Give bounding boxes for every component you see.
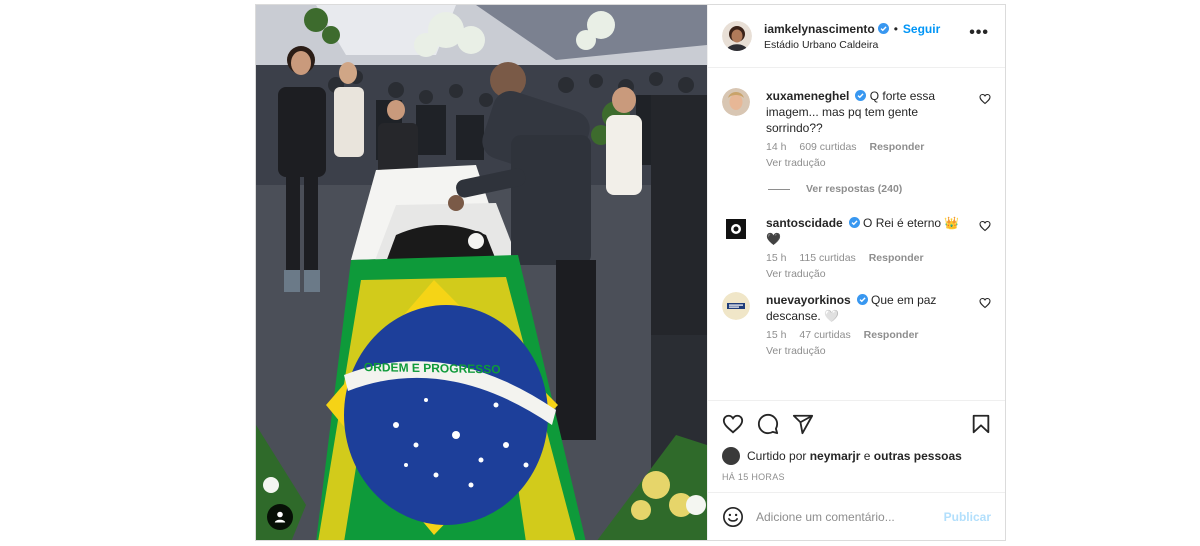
- post-location[interactable]: Estádio Urbano Caldeira: [764, 39, 940, 51]
- comment-likes[interactable]: 47 curtidas: [799, 329, 850, 341]
- comment-avatar-image: [722, 215, 750, 243]
- verified-badge-icon: [877, 23, 889, 34]
- paper-plane-icon: [792, 414, 814, 434]
- view-replies-label: Ver respostas (240): [806, 183, 903, 195]
- reply-button[interactable]: Responder: [869, 252, 924, 264]
- comment-body: santoscidade O Rei é eterno 👑 🖤 15 h 115…: [766, 215, 976, 280]
- publish-button[interactable]: Publicar: [944, 510, 991, 524]
- comments-list: xuxameneghel Q forte essa imagem... mas …: [708, 68, 1005, 400]
- verified-badge-icon: [848, 217, 860, 228]
- comment-meta: 15 h 115 curtidas Responder: [766, 252, 976, 264]
- author-username[interactable]: iamkelynascimento: [764, 22, 875, 36]
- heart-icon[interactable]: [979, 93, 991, 105]
- comment-likes[interactable]: 115 curtidas: [799, 252, 855, 264]
- replies-divider-line: [768, 188, 790, 190]
- comment-avatar[interactable]: [722, 215, 750, 243]
- post-time-ago[interactable]: HÁ 15 HORAS: [708, 466, 1005, 492]
- author-info: iamkelynascimento • Seguir Estádio Urban…: [764, 22, 940, 51]
- comment-icon: [757, 413, 779, 434]
- comment-avatar-image: [722, 88, 750, 116]
- heart-icon[interactable]: [979, 220, 991, 232]
- post-side-panel: iamkelynascimento • Seguir Estádio Urban…: [707, 5, 1005, 540]
- liked-by-others[interactable]: outras pessoas: [874, 449, 962, 463]
- like-button[interactable]: [722, 413, 744, 435]
- more-options-button[interactable]: •••: [969, 25, 989, 41]
- add-comment-bar: Publicar: [708, 492, 1005, 540]
- liked-by-prefix: Curtido por: [747, 449, 807, 463]
- comment-meta: 15 h 47 curtidas Responder: [766, 329, 976, 341]
- comment-avatar[interactable]: [722, 292, 750, 320]
- comment-text-row: santoscidade O Rei é eterno 👑 🖤: [766, 215, 976, 247]
- comment-time: 14 h: [766, 141, 787, 153]
- comment-body: nuevayorkinos Que em paz descanse. 🤍 15 …: [766, 292, 976, 357]
- comment-body: xuxameneghel Q forte essa imagem... mas …: [766, 88, 976, 169]
- user-tag-icon: [274, 511, 286, 523]
- heart-icon[interactable]: [979, 297, 991, 309]
- bookmark-icon: [972, 414, 990, 434]
- comment-item: santoscidade O Rei é eterno 👑 🖤 15 h 115…: [722, 215, 991, 280]
- translate-link[interactable]: Ver tradução: [766, 157, 976, 169]
- reply-button[interactable]: Responder: [869, 141, 924, 153]
- liked-by-user[interactable]: neymarjr: [810, 449, 861, 463]
- heart-icon: [722, 414, 744, 433]
- comment-input[interactable]: [756, 509, 931, 524]
- comment-username[interactable]: nuevayorkinos: [766, 293, 851, 307]
- liked-by-avatar[interactable]: [722, 447, 740, 465]
- comment-button[interactable]: [757, 413, 779, 435]
- verified-badge-icon: [856, 294, 868, 305]
- reply-button[interactable]: Responder: [864, 329, 919, 341]
- verified-badge-icon: [855, 90, 867, 101]
- photo-illustration: ORDEM E PROGRESSO: [256, 5, 707, 540]
- separator-dot: •: [893, 21, 898, 36]
- smiley-icon[interactable]: [722, 506, 744, 528]
- flag-motto: ORDEM E PROGRESSO: [364, 360, 501, 376]
- comment-item: xuxameneghel Q forte essa imagem... mas …: [722, 88, 991, 169]
- comment-text-row: xuxameneghel Q forte essa imagem... mas …: [766, 88, 976, 136]
- comment-username[interactable]: santoscidade: [766, 216, 843, 230]
- author-avatar-image: [722, 21, 752, 51]
- share-button[interactable]: [792, 413, 814, 435]
- comment-likes[interactable]: 609 curtidas: [799, 141, 856, 153]
- follow-button[interactable]: Seguir: [903, 22, 940, 36]
- comment-avatar-image: [722, 292, 750, 320]
- liked-by-connector: e: [863, 449, 871, 463]
- comment-avatar[interactable]: [722, 88, 750, 116]
- post-photo[interactable]: ORDEM E PROGRESSO: [256, 5, 707, 540]
- page: ORDEM E PROGRESSO iamkelynascimento • Se…: [0, 0, 1200, 546]
- author-row: iamkelynascimento • Seguir: [764, 22, 940, 36]
- comment-meta: 14 h 609 curtidas Responder: [766, 141, 976, 153]
- post-header: iamkelynascimento • Seguir Estádio Urban…: [708, 5, 1005, 68]
- view-replies-button[interactable]: Ver respostas (240): [768, 183, 991, 195]
- liked-by-row: Curtido por neymarjr e outras pessoas: [708, 446, 1005, 466]
- comment-time: 15 h: [766, 252, 787, 264]
- user-tag-button[interactable]: [267, 504, 293, 530]
- comment-item: nuevayorkinos Que em paz descanse. 🤍 15 …: [722, 292, 991, 357]
- translate-link[interactable]: Ver tradução: [766, 345, 976, 357]
- comment-text-row: nuevayorkinos Que em paz descanse. 🤍: [766, 292, 976, 324]
- author-avatar[interactable]: [722, 21, 752, 51]
- post-card: ORDEM E PROGRESSO iamkelynascimento • Se…: [255, 4, 1006, 541]
- post-actions-bar: [708, 400, 1005, 446]
- translate-link[interactable]: Ver tradução: [766, 268, 976, 280]
- comment-time: 15 h: [766, 329, 787, 341]
- save-button[interactable]: [970, 413, 992, 435]
- comment-username[interactable]: xuxameneghel: [766, 89, 849, 103]
